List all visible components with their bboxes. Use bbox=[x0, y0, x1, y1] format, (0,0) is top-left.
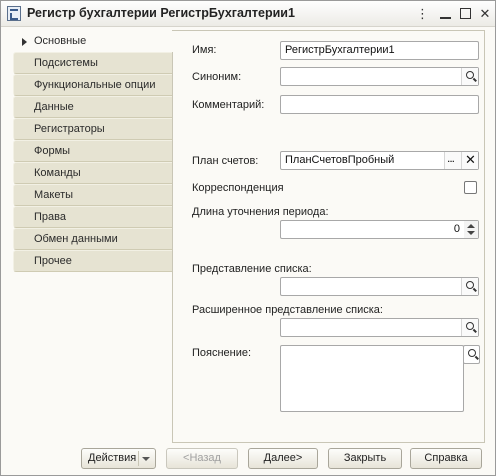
tab-forms[interactable]: Формы bbox=[13, 140, 173, 162]
synonym-input[interactable] bbox=[280, 67, 479, 86]
actions-menu-button[interactable]: Действия bbox=[81, 448, 156, 469]
dialog-button-bar: Действия <Назад Далее> Закрыть Справка bbox=[1, 445, 495, 475]
next-button[interactable]: Далее> bbox=[248, 448, 318, 469]
ellipsis-icon: ... bbox=[447, 151, 455, 165]
panel-divider bbox=[172, 52, 173, 442]
tab-subsystems[interactable]: Подсистемы bbox=[13, 52, 173, 74]
name-input[interactable]: РегистрБухгалтерии1 bbox=[280, 41, 479, 60]
more-icon: ⋮ bbox=[416, 6, 429, 21]
comment-input[interactable] bbox=[280, 95, 479, 114]
tab-data[interactable]: Данные bbox=[13, 96, 173, 118]
chart-of-accounts-input[interactable]: ПланСчетовПробный ... ✕ bbox=[280, 151, 479, 170]
tab-registrators[interactable]: Регистраторы bbox=[13, 118, 173, 140]
more-options-button[interactable]: ⋮ bbox=[414, 5, 432, 23]
spin-down-icon[interactable] bbox=[467, 231, 475, 235]
close-window-button[interactable]: ✕ bbox=[476, 5, 494, 23]
period-length-input[interactable]: 0 bbox=[280, 220, 479, 239]
list-presentation-input[interactable] bbox=[280, 277, 479, 296]
comment-label: Комментарий: bbox=[192, 99, 265, 111]
close-button[interactable]: Закрыть bbox=[328, 448, 402, 469]
tab-functional-options[interactable]: Функциональные опции bbox=[13, 74, 173, 96]
synonym-label: Синоним: bbox=[192, 71, 242, 83]
extended-list-presentation-search-button[interactable] bbox=[461, 319, 478, 336]
period-length-value: 0 bbox=[453, 223, 460, 235]
search-icon bbox=[468, 349, 476, 357]
tab-rights[interactable]: Права bbox=[13, 206, 173, 228]
minimize-icon bbox=[440, 17, 451, 19]
search-icon bbox=[466, 71, 474, 79]
chart-of-accounts-label: План счетов: bbox=[192, 155, 259, 167]
explanation-search-button[interactable] bbox=[463, 345, 480, 364]
name-label: Имя: bbox=[192, 44, 217, 56]
tab-templates[interactable]: Макеты bbox=[13, 184, 173, 206]
tab-commands[interactable]: Команды bbox=[13, 162, 173, 184]
synonym-search-button[interactable] bbox=[461, 68, 478, 85]
clear-icon: ✕ bbox=[465, 152, 476, 167]
extended-list-presentation-label: Расширенное представление списка: bbox=[192, 304, 383, 316]
correspondence-label: Корреспонденция bbox=[192, 182, 284, 194]
tab-data-exchange[interactable]: Обмен данными bbox=[13, 228, 173, 250]
spin-up-icon[interactable] bbox=[467, 224, 475, 228]
actions-label: Действия bbox=[88, 452, 137, 464]
chart-of-accounts-value: ПланСчетовПробный bbox=[285, 154, 395, 166]
explanation-label: Пояснение: bbox=[192, 347, 252, 359]
period-length-label: Длина уточнения периода: bbox=[192, 206, 329, 218]
help-button[interactable]: Справка bbox=[410, 448, 482, 469]
tab-list: Основные Подсистемы Функциональные опции… bbox=[13, 30, 173, 272]
window-title: Регистр бухгалтерии РегистрБухгалтерии1 bbox=[27, 6, 295, 20]
dropdown-arrow-icon bbox=[142, 457, 150, 461]
list-presentation-label: Представление списка: bbox=[192, 263, 312, 275]
back-button[interactable]: <Назад bbox=[166, 448, 238, 469]
title-bar: Регистр бухгалтерии РегистрБухгалтерии1 … bbox=[1, 1, 495, 27]
search-icon bbox=[466, 281, 474, 289]
correspondence-checkbox[interactable] bbox=[464, 181, 477, 194]
extended-list-presentation-input[interactable] bbox=[280, 318, 479, 337]
minimize-button[interactable] bbox=[437, 5, 455, 23]
register-icon bbox=[7, 6, 21, 21]
maximize-icon bbox=[460, 8, 471, 19]
maximize-button[interactable] bbox=[457, 5, 475, 23]
chart-select-button[interactable]: ... bbox=[444, 151, 461, 169]
chart-clear-button[interactable]: ✕ bbox=[461, 152, 478, 169]
dialog-window: Регистр бухгалтерии РегистрБухгалтерии1 … bbox=[0, 0, 496, 476]
list-presentation-search-button[interactable] bbox=[461, 278, 478, 295]
tab-main[interactable]: Основные bbox=[13, 30, 173, 52]
button-divider bbox=[138, 451, 139, 466]
explanation-textarea[interactable] bbox=[280, 345, 464, 412]
search-icon bbox=[466, 322, 474, 330]
period-spinner[interactable] bbox=[464, 221, 478, 238]
tab-other[interactable]: Прочее bbox=[13, 250, 173, 272]
